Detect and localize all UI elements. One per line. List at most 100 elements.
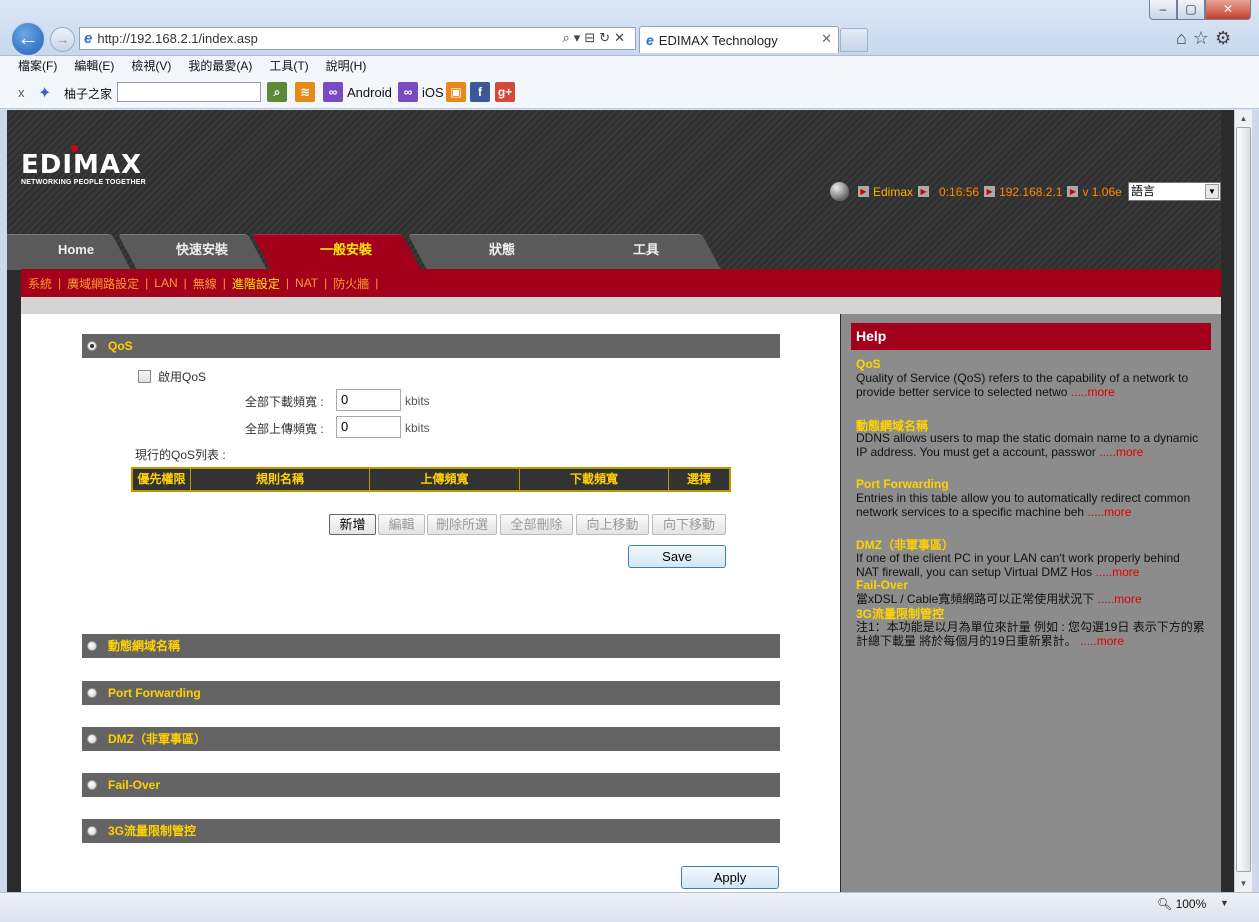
- section-title: Port Forwarding: [108, 686, 201, 700]
- bookmark-box-icon[interactable]: ▣: [446, 82, 466, 102]
- apply-button[interactable]: Apply: [681, 866, 779, 889]
- tab-home[interactable]: Home: [7, 234, 131, 270]
- settings-gear-icon[interactable]: ⚙: [1215, 28, 1237, 48]
- radio-icon[interactable]: [87, 780, 97, 790]
- menu-tools[interactable]: 工具(T): [269, 56, 308, 78]
- subnav-wireless[interactable]: 無線: [193, 275, 217, 292]
- tab-general-setup[interactable]: 一般安裝: [251, 234, 421, 270]
- edit-rule-button[interactable]: 編輯: [378, 514, 425, 535]
- subnav-wan[interactable]: 廣域網路設定: [67, 275, 139, 292]
- help-more-link[interactable]: .....more: [1095, 565, 1139, 579]
- upload-bandwidth-input[interactable]: 0: [336, 416, 401, 438]
- vertical-scrollbar[interactable]: ▲ ▼: [1234, 110, 1252, 892]
- section-ddns[interactable]: 動態網域名稱: [82, 634, 780, 658]
- forward-arrow-icon: →: [55, 31, 70, 47]
- favorite-site-link[interactable]: 柚子之家: [64, 85, 112, 102]
- radio-icon[interactable]: [87, 688, 97, 698]
- search-icon[interactable]: ⌕: [267, 82, 287, 102]
- subnav-nat[interactable]: NAT: [295, 276, 318, 290]
- tab-label: 一般安裝: [319, 242, 372, 257]
- subnav-lan[interactable]: LAN: [154, 276, 177, 290]
- back-button[interactable]: ←: [10, 21, 46, 57]
- add-rule-button[interactable]: 新增: [329, 514, 376, 535]
- upload-bandwidth-label: 全部上傳頻寬 :: [245, 422, 324, 436]
- scrollbar-thumb[interactable]: [1236, 127, 1251, 872]
- chevron-down-icon: ▼: [1205, 184, 1219, 199]
- browser-title-bar: ‒ ▢ ✕ ← → e http://192.168.2.1/index.asp…: [0, 0, 1259, 57]
- qos-enable-row[interactable]: 啟用QoS: [138, 368, 206, 385]
- browser-toolbar-icons[interactable]: ⌂☆⚙: [1176, 28, 1237, 49]
- qos-enable-checkbox[interactable]: [138, 370, 151, 383]
- delete-selected-button[interactable]: 刪除所選: [427, 514, 497, 535]
- google-plus-icon[interactable]: g+: [495, 82, 515, 102]
- favorite-android-link[interactable]: Android: [347, 85, 392, 100]
- address-tools-icons[interactable]: ⌕▾⊟↻✕: [563, 30, 629, 46]
- section-fail-over[interactable]: Fail-Over: [82, 773, 780, 797]
- move-up-button[interactable]: 向上移動: [576, 514, 649, 535]
- close-window-button[interactable]: ✕: [1205, 0, 1251, 20]
- menu-favorites[interactable]: 我的最愛(A): [188, 56, 252, 78]
- help-more-link[interactable]: .....more: [1098, 592, 1142, 606]
- new-tab-button[interactable]: [840, 28, 868, 52]
- favbar-close-icon[interactable]: x: [18, 85, 25, 100]
- tab-label: Home: [57, 242, 95, 257]
- help-more-link[interactable]: .....more: [1071, 385, 1115, 399]
- address-bar[interactable]: e http://192.168.2.1/index.asp ⌕▾⊟↻✕: [79, 27, 636, 50]
- bullet-icon: ▶: [858, 186, 869, 197]
- radio-icon[interactable]: [87, 734, 97, 744]
- help-panel: Help QoS Quality of Service (QoS) refers…: [841, 314, 1221, 892]
- radio-selected-icon[interactable]: [87, 341, 97, 351]
- help-more-link[interactable]: .....more: [1087, 505, 1131, 519]
- subnav-firewall[interactable]: 防火牆: [333, 275, 369, 292]
- table-header: 上傳頻寬: [370, 469, 520, 490]
- menu-view[interactable]: 檢視(V): [131, 56, 171, 78]
- link-icon[interactable]: ∞: [398, 82, 418, 102]
- menu-bar: 檔案(F) 編輯(E) 檢視(V) 我的最愛(A) 工具(T) 說明(H): [0, 56, 1259, 78]
- facebook-icon[interactable]: f: [470, 82, 490, 102]
- window-frame-right: [1252, 110, 1259, 892]
- rss-icon[interactable]: ≋: [295, 82, 315, 102]
- radio-icon[interactable]: [87, 826, 97, 836]
- help-item-text: 當xDSL / Cable寬頻網路可以正常使用狀況下: [856, 592, 1095, 606]
- maximize-button[interactable]: ▢: [1177, 0, 1205, 20]
- favorites-star-icon[interactable]: ☆: [1193, 28, 1215, 48]
- zoom-level[interactable]: 🔍︎ 100%: [1157, 897, 1206, 911]
- scroll-up-arrow-icon[interactable]: ▲: [1235, 110, 1252, 127]
- tab-close-icon[interactable]: ✕: [821, 31, 832, 47]
- save-button[interactable]: Save: [628, 545, 726, 568]
- tab-quick-setup[interactable]: 快速安裝: [117, 234, 267, 270]
- browser-tab[interactable]: e EDIMAX Technology ✕: [639, 26, 839, 53]
- favorite-ios-link[interactable]: iOS: [422, 85, 444, 100]
- move-down-button[interactable]: 向下移動: [652, 514, 726, 535]
- radio-icon[interactable]: [87, 641, 97, 651]
- minimize-button[interactable]: ‒: [1149, 0, 1177, 20]
- section-qos[interactable]: QoS: [82, 334, 780, 358]
- scroll-down-arrow-icon[interactable]: ▼: [1235, 875, 1252, 892]
- menu-edit[interactable]: 編輯(E): [74, 56, 114, 78]
- address-url[interactable]: http://192.168.2.1/index.asp: [97, 31, 257, 46]
- bullet-icon: ▶: [918, 186, 930, 197]
- subnav-system[interactable]: 系統: [28, 275, 52, 292]
- logo-tagline: NETWORKING PEOPLE TOGETHER: [21, 179, 146, 186]
- section-3g-traffic[interactable]: 3G流量限制管控: [82, 819, 780, 843]
- language-select[interactable]: 語言 ▼: [1128, 182, 1221, 201]
- router-status-line: ▶ Edimax ▶ 0:16:56 ▶ 192.168.2.1 ▶ v 1.0…: [830, 182, 1127, 201]
- download-unit: kbits: [405, 394, 430, 408]
- tab-tools[interactable]: 工具: [551, 234, 721, 270]
- menu-file[interactable]: 檔案(F): [18, 56, 57, 78]
- forward-button[interactable]: →: [50, 27, 75, 52]
- section-port-forwarding[interactable]: Port Forwarding: [82, 681, 780, 705]
- chevron-down-icon[interactable]: ▼: [1220, 898, 1229, 908]
- help-more-link[interactable]: .....more: [1099, 445, 1143, 459]
- help-more-link[interactable]: .....more: [1080, 634, 1124, 648]
- link-icon[interactable]: ∞: [323, 82, 343, 102]
- subnav-advanced[interactable]: 進階設定: [232, 275, 280, 292]
- section-dmz[interactable]: DMZ（非軍事區）: [82, 727, 780, 751]
- separator: |: [145, 276, 149, 290]
- download-bandwidth-input[interactable]: 0: [336, 389, 401, 411]
- delete-all-button[interactable]: 全部刪除: [500, 514, 573, 535]
- favbar-search-input[interactable]: [117, 82, 261, 102]
- table-header: 選擇: [686, 472, 711, 486]
- menu-help[interactable]: 說明(H): [326, 56, 367, 78]
- home-icon[interactable]: ⌂: [1176, 28, 1193, 48]
